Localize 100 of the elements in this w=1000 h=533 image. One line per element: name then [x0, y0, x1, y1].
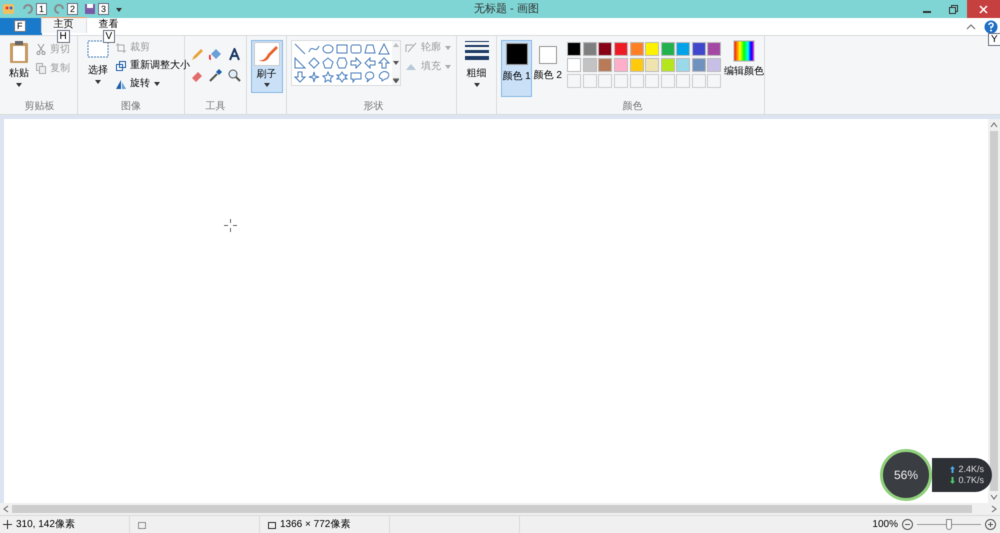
close-icon: [979, 4, 988, 14]
palette-color[interactable]: [614, 42, 628, 56]
close-button[interactable]: [967, 0, 1000, 18]
zoom-out-icon[interactable]: [902, 519, 913, 530]
palette-color[interactable]: [630, 58, 644, 72]
collapse-ribbon-icon[interactable]: [966, 22, 976, 30]
color-spectrum-icon: [733, 40, 755, 62]
more-icon[interactable]: [393, 78, 399, 83]
shape-icon[interactable]: [294, 43, 306, 55]
outline-icon: [405, 42, 417, 53]
palette-color[interactable]: [567, 42, 582, 56]
shape-icon[interactable]: [294, 71, 306, 83]
zoom-slider[interactable]: [917, 518, 981, 530]
palette-color[interactable]: [598, 58, 612, 72]
upload-speed: 2.4K/s: [958, 464, 984, 475]
color-picker-icon[interactable]: [209, 69, 222, 82]
shape-icon[interactable]: [336, 71, 348, 83]
speed-panel[interactable]: 2.4K/s 0.7K/s: [932, 458, 992, 492]
shape-icon[interactable]: [336, 57, 348, 69]
usage-percent: 56%: [894, 467, 918, 484]
paste-button[interactable]: 粘贴: [2, 40, 36, 87]
shape-icon[interactable]: [378, 57, 390, 69]
ribbon-tab[interactable]: 查看: [86, 17, 130, 33]
text-icon[interactable]: [228, 48, 241, 61]
scroll-right-icon[interactable]: [990, 505, 998, 513]
image-size: 1366 × 772像素: [280, 518, 350, 532]
shape-icon[interactable]: [294, 57, 306, 69]
keytip: F: [14, 20, 26, 32]
palette-color[interactable]: [567, 58, 582, 72]
palette-color[interactable]: [660, 58, 675, 72]
brushes-button[interactable]: 刷子: [250, 40, 282, 93]
restore-icon: [949, 4, 958, 14]
rotate-icon: [116, 78, 126, 88]
palette-color[interactable]: [630, 42, 644, 56]
keytip: V: [102, 30, 116, 43]
palette-color[interactable]: [645, 42, 660, 56]
cursor-position: 310, 142像素: [16, 518, 75, 532]
shape-icon[interactable]: [308, 43, 320, 55]
color-slot-button[interactable]: 颜色 1: [501, 40, 532, 97]
download-speed: 0.7K/s: [958, 475, 984, 486]
select-button[interactable]: 选择: [82, 40, 114, 84]
group-title: 颜色: [622, 100, 644, 114]
shape-icon[interactable]: [350, 57, 362, 69]
shape-icon[interactable]: [364, 43, 376, 55]
palette-color[interactable]: [660, 42, 675, 56]
palette-color[interactable]: [707, 58, 722, 72]
palette-color[interactable]: [614, 58, 628, 72]
palette-color[interactable]: [676, 58, 690, 72]
keytip: Y: [988, 33, 1000, 46]
palette-color[interactable]: [692, 42, 706, 56]
size-button[interactable]: 粗细: [462, 40, 492, 87]
palette-color[interactable]: [707, 42, 722, 56]
palette-color[interactable]: [692, 58, 706, 72]
resize-button[interactable]: 重新调整大小: [116, 58, 190, 73]
fill-bucket-icon[interactable]: [209, 48, 222, 61]
group-title: 工具: [204, 100, 226, 114]
shape-icon[interactable]: [322, 71, 334, 83]
paint-icon[interactable]: [2, 2, 16, 16]
palette-color[interactable]: [676, 42, 690, 56]
palette-color[interactable]: [582, 58, 597, 72]
crop-icon: [116, 42, 126, 52]
edit-colors-button[interactable]: 编辑颜色: [724, 40, 764, 79]
shape-icon[interactable]: [364, 57, 376, 69]
magnifier-icon[interactable]: [228, 69, 241, 82]
scissors-icon: [36, 44, 46, 55]
customize-icon[interactable]: [115, 5, 124, 13]
caret-icon: [264, 83, 270, 87]
save-icon[interactable]: [84, 3, 96, 15]
caret-icon: [16, 83, 22, 87]
scroll-down-icon[interactable]: [990, 493, 998, 501]
caret-icon: [445, 64, 451, 68]
copy-icon: [36, 63, 46, 74]
line-width-icon: [464, 40, 488, 60]
shape-icon[interactable]: [308, 71, 320, 83]
keytip: 1: [36, 3, 48, 15]
shape-icon[interactable]: [378, 43, 390, 55]
scroll-up-icon[interactable]: [990, 121, 998, 129]
scroll-left-icon[interactable]: [2, 505, 10, 513]
caret-icon: [474, 83, 480, 87]
shape-icon[interactable]: [364, 71, 376, 83]
scroll-down-icon[interactable]: [393, 60, 399, 64]
eraser-icon[interactable]: [191, 69, 204, 82]
shape-icon[interactable]: [308, 57, 320, 69]
shape-icon[interactable]: [350, 43, 362, 55]
palette-color[interactable]: [582, 42, 597, 56]
keytip: 2: [67, 3, 78, 15]
palette-color[interactable]: [645, 58, 660, 72]
keytip: 3: [98, 3, 110, 15]
zoom-in-icon[interactable]: [985, 519, 996, 530]
shape-icon[interactable]: [336, 43, 348, 55]
upload-arrow-icon: [950, 466, 956, 473]
color-slot-button[interactable]: 颜色 2: [532, 40, 564, 97]
palette-color[interactable]: [598, 42, 612, 56]
shape-icon[interactable]: [322, 43, 334, 55]
shape-icon[interactable]: [350, 71, 362, 83]
rotate-button[interactable]: 旋转: [116, 76, 190, 91]
help-icon[interactable]: [984, 20, 998, 34]
zoom-level: 100%: [872, 518, 898, 532]
shape-icon[interactable]: [322, 57, 334, 69]
shape-icon[interactable]: [378, 71, 390, 83]
